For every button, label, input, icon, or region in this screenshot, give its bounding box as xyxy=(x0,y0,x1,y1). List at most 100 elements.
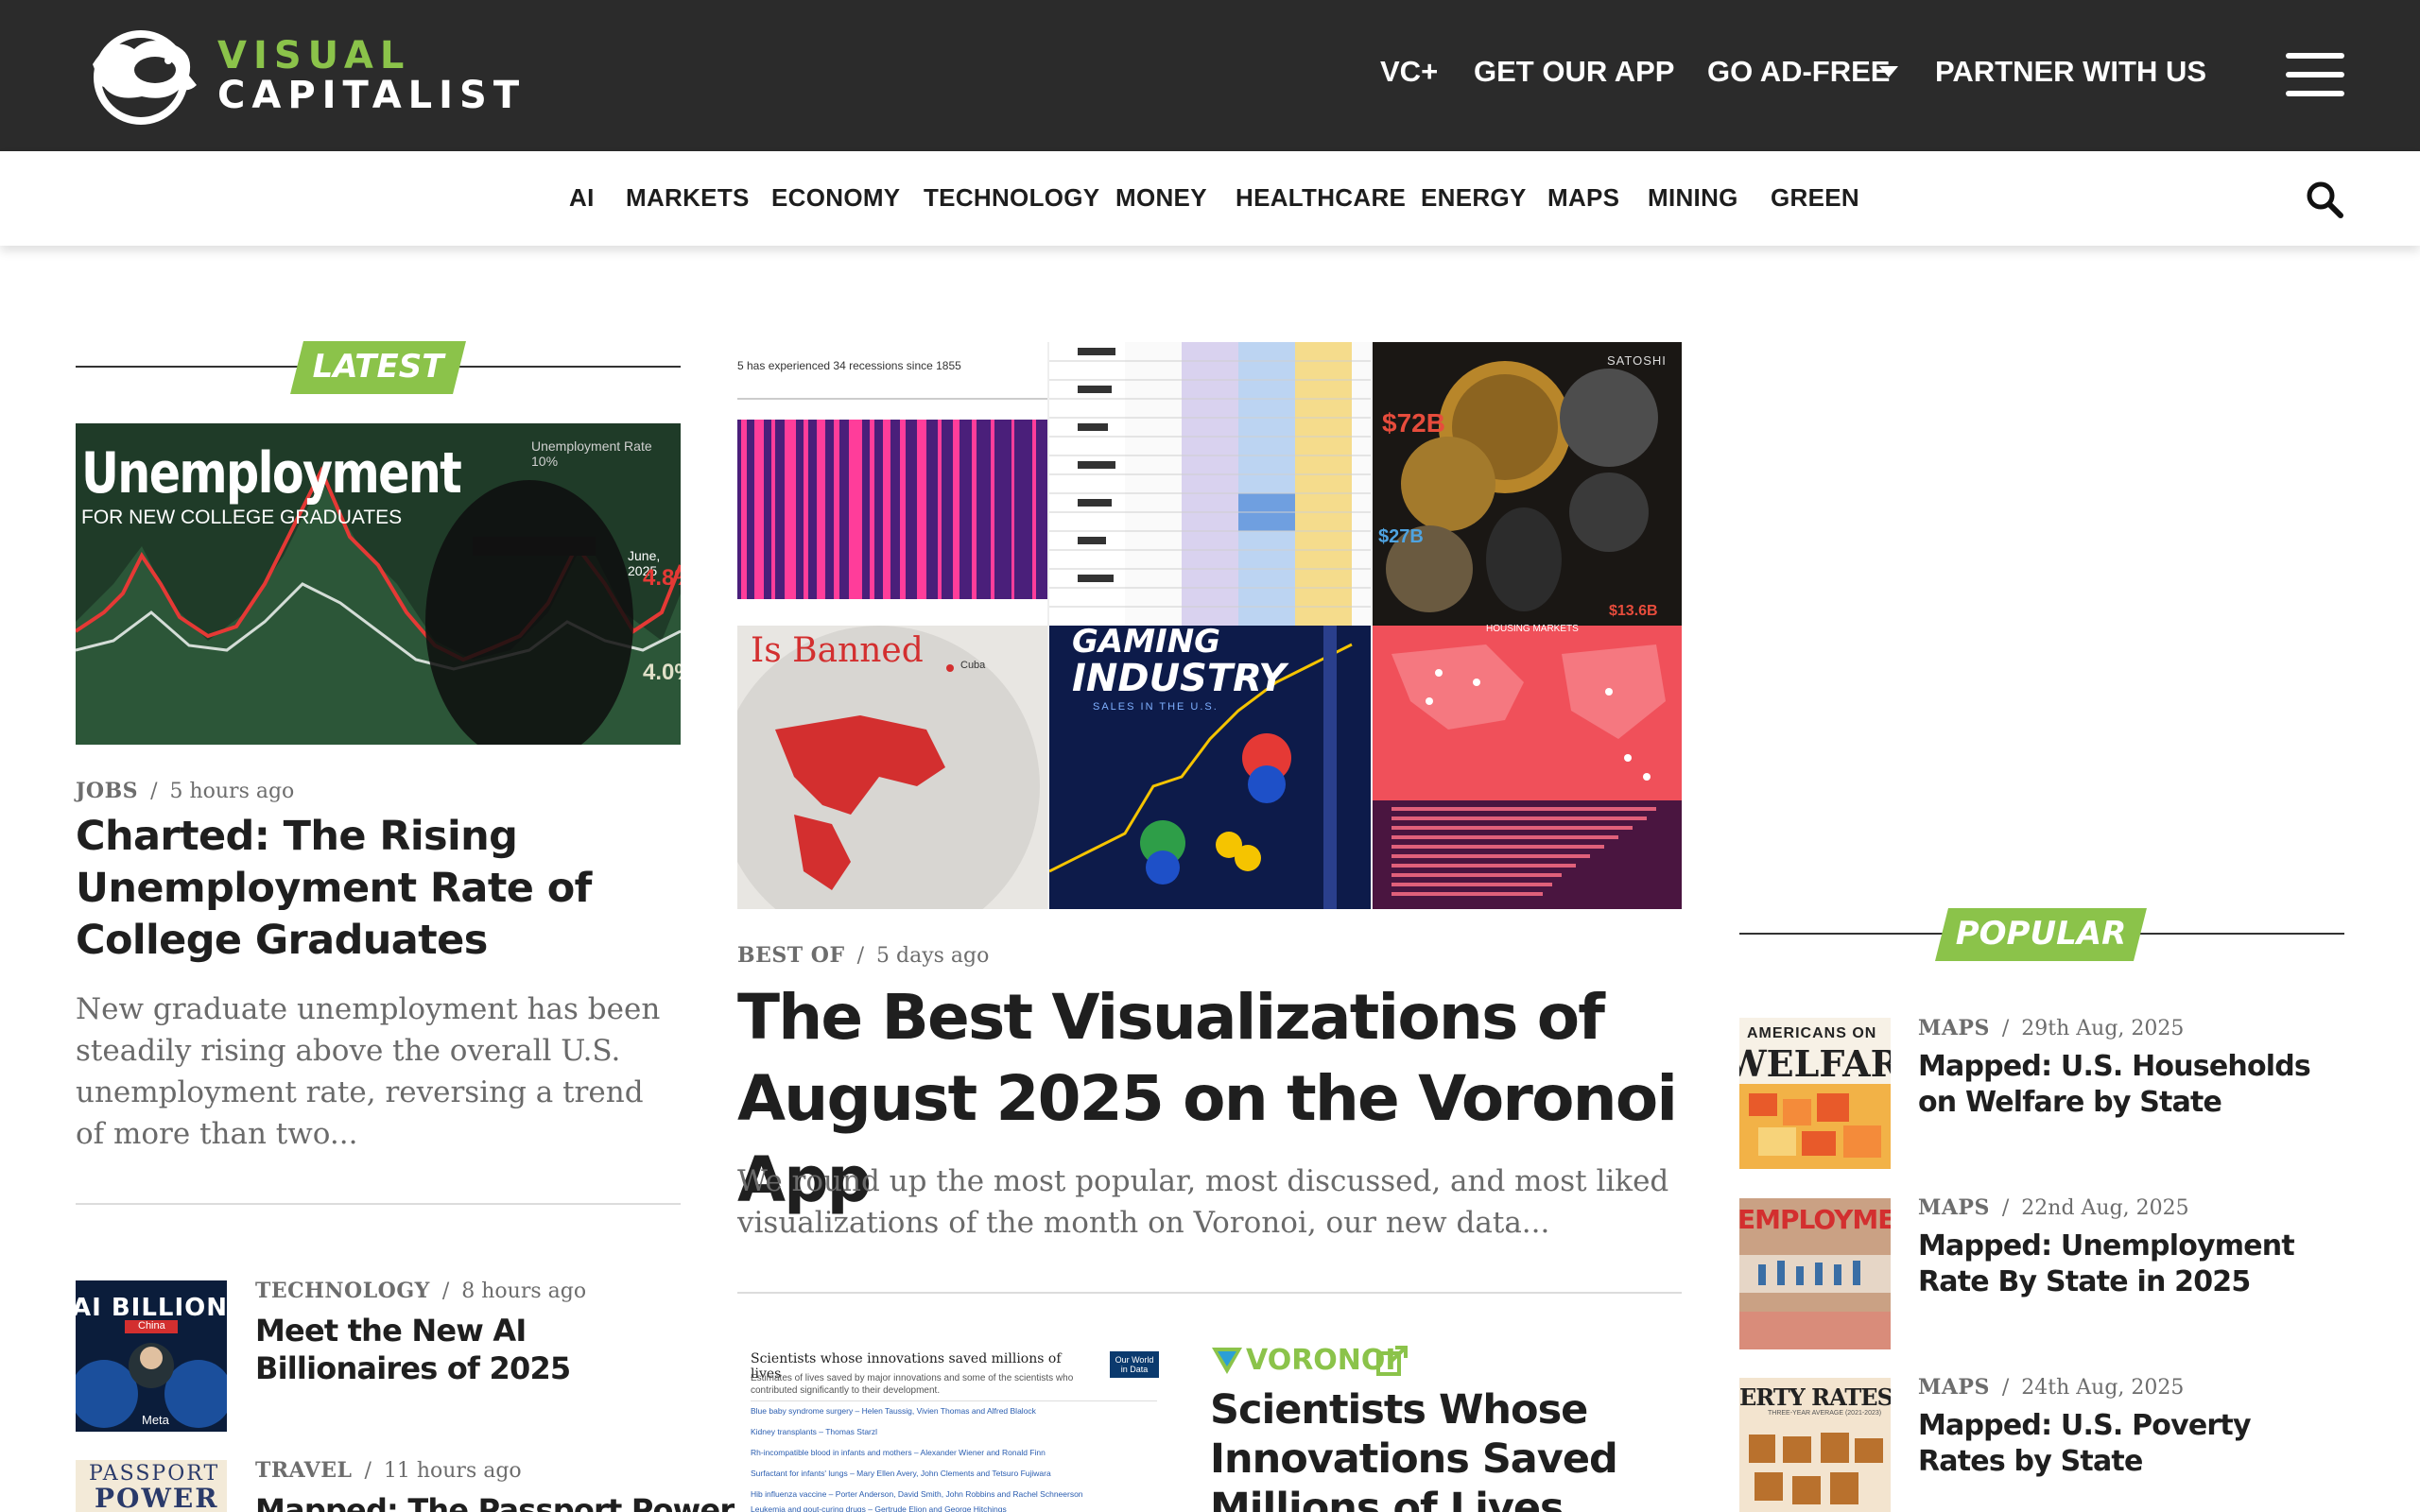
nav-partner[interactable]: PARTNER WITH US xyxy=(1935,55,2206,89)
list-item-meta: TRAVEL / 11 hours ago xyxy=(255,1458,522,1483)
article-category[interactable]: TRAVEL xyxy=(255,1458,352,1483)
article-time: 5 days ago xyxy=(876,944,990,968)
list-item-title[interactable]: Mapped: The Passport Power of xyxy=(255,1491,777,1512)
collage-tile-value: $13.6B xyxy=(1609,603,1658,619)
separator xyxy=(76,1203,681,1205)
main-article-excerpt: We round up the most popular, most discu… xyxy=(737,1164,1669,1240)
article-category[interactable]: MAPS xyxy=(1918,1016,1990,1040)
featured-article-title[interactable]: Charted: The Rising Unemployment Rate of… xyxy=(76,811,681,967)
search-icon[interactable] xyxy=(2305,180,2344,219)
category-bar xyxy=(0,151,2420,246)
collage-tile-value: $27B xyxy=(1378,526,1424,547)
list-item-meta: TECHNOLOGY / 8 hours ago xyxy=(255,1279,587,1303)
popular-thumbnail[interactable]: ERTY RATES IN AMERI THREE-YEAR AVERAGE (… xyxy=(1739,1378,1891,1512)
logo-text-top[interactable]: VISUAL xyxy=(217,34,410,77)
popular-label: POPULAR xyxy=(1955,915,2127,953)
popular-item-title[interactable]: Mapped: U.S. Households on Welfare by St… xyxy=(1918,1049,2343,1121)
collage-tile-title: GAMING xyxy=(1072,623,1221,661)
category-healthcare[interactable]: HEALTHCARE xyxy=(1236,183,1406,213)
logo-text-bottom[interactable]: CAPITALIST xyxy=(217,74,526,117)
thumbnail-subtext: POWER xyxy=(95,1483,219,1512)
list-item-title[interactable]: Meet the New AI Billionaires of 2025 xyxy=(255,1312,681,1387)
category-maps[interactable]: MAPS xyxy=(1547,183,1619,213)
thumbnail-subtext: THREE-YEAR AVERAGE (2021-2023) xyxy=(1768,1410,1882,1417)
menu-icon[interactable] xyxy=(2286,53,2344,96)
logo-icon[interactable] xyxy=(76,26,206,125)
category-money[interactable]: MONEY xyxy=(1115,183,1207,213)
article-date: 24th Aug, 2025 xyxy=(2021,1376,2185,1400)
chart-row: Leukemia and gout-curing drugs – Gertrud… xyxy=(751,1504,1007,1512)
featured-image-subtitle: FOR NEW COLLEGE GRADUATES xyxy=(81,507,403,528)
collage-tile-housing: HOUSING MARKETS xyxy=(1373,624,1682,909)
chart-row: Rh-incompatible blood in infants and mot… xyxy=(751,1448,1046,1457)
popular-item-meta: MAPS / 22nd Aug, 2025 xyxy=(1918,1195,2189,1220)
latest-label: LATEST xyxy=(312,348,444,386)
article-category[interactable]: MAPS xyxy=(1918,1195,1990,1220)
chart-row: Kidney transplants – Thomas Starzl xyxy=(751,1427,878,1436)
main-article-meta: BEST OF / 5 days ago xyxy=(737,943,990,968)
category-technology[interactable]: TECHNOLOGY xyxy=(924,183,1099,213)
article-time: 5 hours ago xyxy=(169,780,295,803)
category-ai[interactable]: AI xyxy=(569,183,595,213)
featured-article-image[interactable]: Unemployment FOR NEW COLLEGE GRADUATES U… xyxy=(76,423,681,745)
article-category[interactable]: JOBS xyxy=(76,779,138,803)
chart-description: Estimates of lives saved by major innova… xyxy=(751,1373,1074,1396)
nav-go-ad-free[interactable]: GO AD-FREE xyxy=(1707,55,1890,89)
category-green[interactable]: GREEN xyxy=(1771,183,1859,213)
collage-tile-label: Cuba xyxy=(960,660,986,671)
collage-tile-caption: 5 has experienced 34 recessions since 18… xyxy=(737,359,961,372)
article-date: 29th Aug, 2025 xyxy=(2021,1017,2185,1040)
divider xyxy=(751,1400,1157,1401)
list-item-thumbnail[interactable]: AI BILLIONAIRE China Meta xyxy=(76,1280,227,1432)
collage-tile-value: $72B xyxy=(1382,408,1445,438)
collage-tile-crypto: $72B $27B SATOSHI $13.6B xyxy=(1373,342,1682,626)
collage-tile-recessions: 5 has experienced 34 recessions since 18… xyxy=(737,342,1047,626)
category-mining[interactable]: MINING xyxy=(1648,183,1738,213)
chart-row: Blue baby syndrome surgery – Helen Tauss… xyxy=(751,1406,1036,1416)
collage-tile-title: INDUSTRY xyxy=(1072,657,1287,700)
popular-item-title[interactable]: Mapped: Unemployment Rate By State in 20… xyxy=(1918,1228,2343,1300)
collage-tile-label: SATOSHI xyxy=(1607,353,1667,368)
featured-image-value-high: 4.8% xyxy=(643,565,681,591)
separator xyxy=(737,1292,1682,1294)
collage-tile-gaming: GAMING INDUSTRY SALES IN THE U.S. xyxy=(1049,626,1371,909)
voronoi-article-title[interactable]: Scientists Whose Innovations Saved Milli… xyxy=(1210,1385,1626,1512)
thumbnail-subtext: China xyxy=(138,1320,165,1332)
thumbnail-subtext: WELFARE xyxy=(1739,1042,1891,1085)
article-date: 22nd Aug, 2025 xyxy=(2021,1196,2189,1220)
featured-image-value-low: 4.0% xyxy=(643,660,681,685)
list-item-thumbnail[interactable]: PASSPORT POWER xyxy=(76,1460,227,1512)
featured-image-title: Unemployment xyxy=(81,440,462,507)
article-time: 8 hours ago xyxy=(461,1280,587,1303)
popular-thumbnail[interactable]: AMERICANS ON WELFARE xyxy=(1739,1018,1891,1169)
thumbnail-caption: Meta xyxy=(142,1413,169,1427)
collage-tile-title: HOUSING MARKETS xyxy=(1486,624,1579,634)
popular-item-meta: MAPS / 24th Aug, 2025 xyxy=(1918,1375,2185,1400)
nav-get-app[interactable]: GET OUR APP xyxy=(1474,55,1674,89)
thumbnail-text: AI BILLIONAIRE xyxy=(76,1294,227,1322)
article-category[interactable]: BEST OF xyxy=(737,943,845,968)
thumbnail-text: AMERICANS ON xyxy=(1747,1025,1877,1041)
featured-article-meta: JOBS / 5 hours ago xyxy=(76,779,295,803)
voronoi-article-image[interactable]: Scientists whose innovations saved milli… xyxy=(737,1342,1163,1512)
category-markets[interactable]: MARKETS xyxy=(626,183,750,213)
nav-vc-plus[interactable]: VC+ xyxy=(1380,55,1438,89)
chart-source-badge: Our World in Data xyxy=(1110,1351,1159,1378)
chart-row: Surfactant for infants' lungs – Mary Ell… xyxy=(751,1469,1051,1478)
popular-item-title[interactable]: Mapped: U.S. Poverty Rates by State xyxy=(1918,1408,2343,1480)
article-time: 11 hours ago xyxy=(383,1459,522,1483)
main-article-image[interactable]: 5 has experienced 34 recessions since 18… xyxy=(737,342,1682,909)
chart-row: Hib influenza vaccine – Porter Anderson,… xyxy=(751,1489,1083,1499)
article-category[interactable]: MAPS xyxy=(1918,1375,1990,1400)
category-economy[interactable]: ECONOMY xyxy=(771,183,900,213)
popular-thumbnail[interactable]: EMPLOYMENT xyxy=(1739,1198,1891,1349)
external-link-icon[interactable] xyxy=(1376,1346,1409,1376)
voronoi-logo-icon xyxy=(1212,1348,1242,1374)
article-category[interactable]: TECHNOLOGY xyxy=(255,1279,430,1303)
category-energy[interactable]: ENERGY xyxy=(1421,183,1527,213)
collage-tile-title: Is Banned xyxy=(751,631,924,670)
chevron-down-icon[interactable] xyxy=(1879,66,1898,77)
voronoi-brand[interactable]: VORONOI xyxy=(1246,1344,1396,1377)
collage-tile-banned: Is Banned Cuba xyxy=(737,626,1047,909)
thumbnail-text: ERTY RATES IN AMERI xyxy=(1739,1383,1891,1411)
